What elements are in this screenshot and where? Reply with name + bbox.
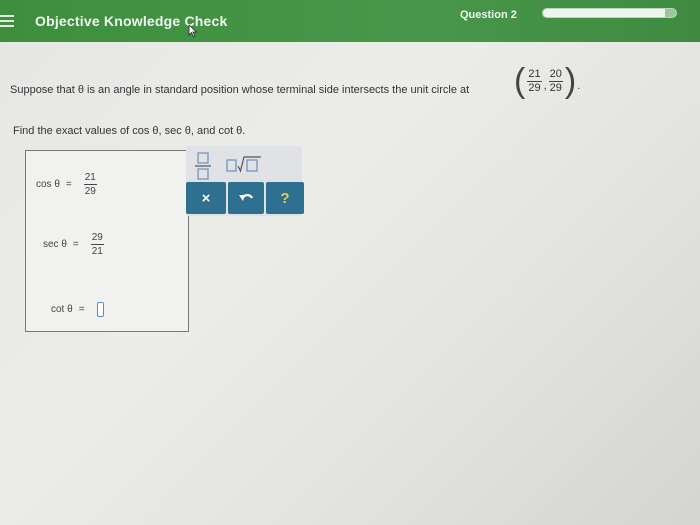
sec-row: sec θ = 29 21	[43, 231, 106, 258]
fraction-icon[interactable]	[194, 151, 212, 181]
undo-icon	[239, 194, 253, 201]
equals-sign: =	[72, 239, 79, 250]
menu-icon[interactable]	[0, 15, 14, 29]
instruction-text: Find the exact values of cos θ, sec θ, a…	[13, 125, 246, 137]
cot-label: cot θ	[51, 304, 73, 315]
sec-label: sec θ	[43, 239, 67, 250]
sec-denominator[interactable]: 21	[92, 245, 103, 258]
cos-fraction[interactable]: 21 29	[82, 171, 99, 198]
point-coordinates: ( 21 29 , 20 29 ) .	[514, 63, 580, 99]
help-button[interactable]: ?	[266, 182, 304, 214]
cos-label: cos θ	[36, 179, 60, 190]
y-fraction: 20 29	[547, 68, 565, 95]
undo-button[interactable]	[228, 182, 264, 214]
progress-fill	[543, 9, 666, 17]
question-text: Suppose that θ is an angle in standard p…	[10, 84, 470, 96]
sqrt-icon[interactable]	[226, 155, 262, 175]
cos-denominator[interactable]: 29	[85, 185, 96, 198]
cos-row: cos θ = 21 29	[36, 171, 99, 198]
top-bar: Objective Knowledge Check Question 2	[0, 0, 700, 42]
cos-numerator[interactable]: 21	[83, 171, 97, 185]
answer-box[interactable]: cos θ = 21 29 sec θ = 29 21 cot θ =	[25, 150, 189, 332]
y-numerator: 20	[548, 67, 563, 82]
x-numerator: 21	[527, 67, 542, 82]
cot-input[interactable]	[96, 302, 104, 317]
sec-numerator[interactable]: 29	[90, 231, 104, 245]
right-paren: )	[564, 62, 577, 100]
y-denominator: 29	[549, 81, 562, 94]
left-paren: (	[514, 62, 526, 100]
equals-sign: =	[65, 179, 72, 190]
progress-bar	[542, 8, 677, 18]
x-denominator: 29	[528, 81, 541, 94]
sec-fraction[interactable]: 29 21	[89, 231, 106, 258]
equals-sign: =	[78, 304, 85, 315]
period: .	[577, 80, 581, 92]
question-number: Question 2	[460, 9, 517, 21]
page-title: Objective Knowledge Check	[35, 13, 228, 29]
cot-row: cot θ =	[51, 302, 104, 317]
clear-button[interactable]: ×	[186, 182, 226, 214]
mouse-cursor-icon	[188, 25, 198, 37]
x-fraction: 21 29	[525, 68, 543, 95]
